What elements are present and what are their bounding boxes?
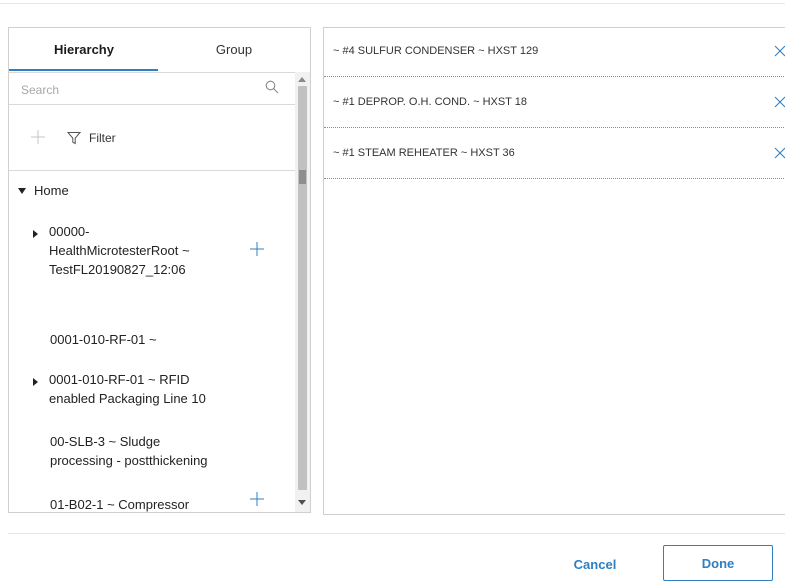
- close-icon[interactable]: [774, 96, 785, 108]
- scroll-position-marker: [299, 170, 306, 184]
- tree-node[interactable]: 00000- HealthMicrotesterRoot ~ TestFL201…: [9, 224, 295, 288]
- scroll-down-arrow-icon[interactable]: [298, 500, 306, 505]
- tree-node[interactable]: 0001-010-RF-01 ~: [9, 329, 295, 351]
- tree-node-label[interactable]: 0001-010-RF-01 ~ RFID enabled Packaging …: [49, 370, 206, 408]
- tab-hierarchy[interactable]: Hierarchy: [9, 28, 159, 71]
- tree-scrollbar[interactable]: [295, 72, 310, 512]
- footer-divider: [8, 533, 785, 534]
- tree-node-label[interactable]: 00-SLB-3 ~ Sludge processing - postthick…: [50, 432, 208, 470]
- tree-node[interactable]: 0001-010-RF-01 ~ RFID enabled Packaging …: [9, 372, 295, 416]
- filter-icon: [67, 132, 81, 145]
- selected-item: ~ #1 STEAM REHEATER ~ HXST 36: [324, 130, 785, 179]
- scroll-up-arrow-icon[interactable]: [298, 77, 306, 82]
- active-tab-indicator: [9, 69, 158, 71]
- caret-down-icon[interactable]: [18, 187, 26, 194]
- caret-right-icon[interactable]: [33, 378, 38, 386]
- done-button[interactable]: Done: [663, 545, 773, 581]
- plus-icon[interactable]: [30, 129, 46, 145]
- selected-item-label: ~ #1 STEAM REHEATER ~ HXST 36: [333, 147, 515, 159]
- plus-icon[interactable]: [250, 492, 264, 506]
- close-icon[interactable]: [774, 147, 785, 159]
- selected-item-label: ~ #4 SULFUR CONDENSER ~ HXST 129: [333, 45, 539, 57]
- tree-root-label: Home: [34, 183, 69, 198]
- tree-node[interactable]: 00-SLB-3 ~ Sludge processing - postthick…: [9, 434, 295, 478]
- close-icon[interactable]: [774, 45, 785, 57]
- tree-node-label[interactable]: 01-B02-1 ~ Compressor: [50, 495, 189, 512]
- search-icon[interactable]: [265, 80, 279, 94]
- tree-node-label[interactable]: 00000- HealthMicrotesterRoot ~ TestFL201…: [49, 222, 190, 279]
- tree-node-label[interactable]: 0001-010-RF-01 ~: [50, 330, 157, 349]
- search-bar: [9, 72, 295, 105]
- selected-item: ~ #1 DEPROP. O.H. COND. ~ HXST 18: [324, 79, 785, 128]
- filter-button[interactable]: Filter: [67, 129, 116, 147]
- selected-item-label: ~ #1 DEPROP. O.H. COND. ~ HXST 18: [333, 96, 527, 108]
- scrollbar-thumb[interactable]: [298, 86, 307, 490]
- search-input[interactable]: [19, 79, 263, 101]
- tree-root-home[interactable]: Home: [18, 183, 69, 198]
- top-divider: [0, 3, 785, 4]
- filter-label: Filter: [89, 131, 116, 145]
- caret-right-icon[interactable]: [33, 230, 38, 238]
- plus-icon[interactable]: [250, 242, 264, 256]
- hierarchy-panel: Hierarchy Group Filter Home 000: [8, 27, 311, 513]
- tree-node[interactable]: 01-B02-1 ~ Compressor: [9, 492, 295, 512]
- selected-items-panel: ~ #4 SULFUR CONDENSER ~ HXST 129 ~ #1 DE…: [323, 27, 785, 515]
- selected-item: ~ #4 SULFUR CONDENSER ~ HXST 129: [324, 28, 785, 77]
- tree-toolbar: Filter: [9, 105, 295, 171]
- tab-group[interactable]: Group: [159, 28, 309, 71]
- cancel-button[interactable]: Cancel: [555, 547, 635, 581]
- hierarchy-tree: Home 00000- HealthMicrotesterRoot ~ Test…: [9, 171, 295, 512]
- tab-bar: Hierarchy Group: [9, 28, 310, 71]
